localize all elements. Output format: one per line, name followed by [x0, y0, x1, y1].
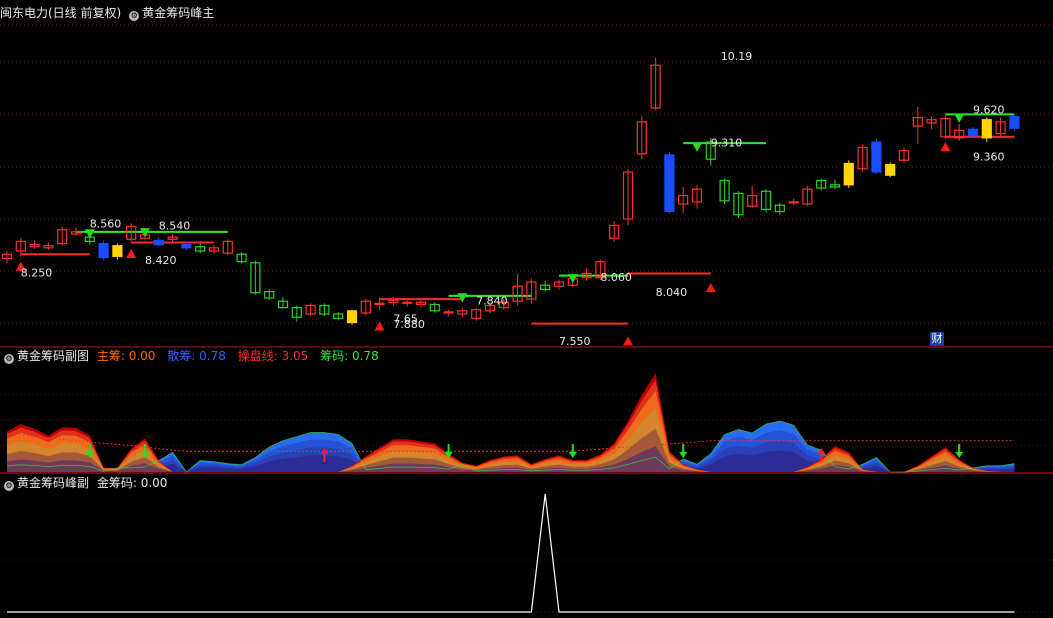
candlesticks — [1, 57, 1020, 325]
price-label: 9.310 — [711, 136, 743, 149]
legend-chips: 筹码: 0.78 — [320, 349, 379, 363]
candle-body — [346, 310, 358, 324]
settings-gear-icon[interactable]: ⚙ — [4, 354, 14, 364]
main-indicator-name[interactable]: 黄金筹码峰主 — [142, 6, 214, 20]
buy-triangle-icon — [126, 248, 137, 258]
price-label: 7.65 — [393, 313, 418, 326]
candle-body — [443, 311, 454, 314]
chart-canvas: 8.2508.5608.4208.5407.8807.657.8407.5508… — [0, 24, 1053, 613]
candle-body — [1009, 115, 1020, 129]
sub-panel-header: ⚙ 黄金筹码副图 主筹: 0.00 散筹: 0.78 操盘线: 3.05 筹码: … — [0, 347, 387, 365]
price-label: 8.420 — [145, 254, 177, 267]
price-label: 8.250 — [21, 267, 53, 280]
candle-body — [967, 128, 979, 137]
sell-triangle-icon — [954, 113, 965, 123]
price-label: 8.040 — [656, 286, 688, 299]
finance-badge[interactable]: 财 — [930, 332, 944, 346]
down-arrow-icon — [679, 452, 688, 458]
candle-body — [981, 119, 992, 139]
sub-chart-areas — [6, 373, 1015, 473]
settings-gear-icon[interactable]: ⚙ — [129, 11, 140, 21]
gold-chip-line — [7, 493, 1015, 613]
candle-body — [402, 301, 413, 304]
sell-triangle-icon — [457, 293, 468, 303]
settings-gear-icon[interactable]: ⚙ — [4, 481, 14, 491]
grid-lines — [0, 24, 1053, 613]
price-label: 8.060 — [600, 271, 632, 284]
price-label: 7.550 — [559, 335, 591, 348]
price-label: 7.840 — [476, 294, 508, 307]
price-label: 8.560 — [90, 218, 122, 231]
legend-gold-chips: 金筹码: 0.00 — [96, 476, 168, 490]
sell-triangle-icon — [692, 142, 702, 152]
candle-body — [98, 242, 109, 259]
candle-body — [788, 201, 799, 204]
candle-body — [885, 163, 896, 176]
candle-body — [181, 244, 192, 249]
price-label: 10.19 — [721, 50, 753, 63]
legend-operation-line: 操盘线: 3.05 — [237, 349, 309, 363]
price-label: 9.360 — [973, 150, 1005, 163]
stock-title[interactable]: 闽东电力(日线 前复权) — [0, 6, 121, 20]
sub-indicator-name[interactable]: 黄金筹码副图 — [17, 349, 89, 363]
legend-main-chips: 主筹: 0.00 — [96, 349, 156, 363]
main-chip-area — [7, 380, 1015, 472]
candle-body — [112, 245, 123, 257]
candle-body — [871, 141, 882, 173]
bottom-indicator-name[interactable]: 黄金筹码峰副 — [17, 476, 89, 490]
buy-triangle-icon — [705, 283, 716, 293]
candle-body — [153, 239, 164, 246]
candle-body — [843, 162, 854, 186]
price-label: 9.620 — [973, 103, 1005, 116]
price-labels: 8.2508.5608.4208.5407.8807.657.8407.5508… — [21, 50, 1005, 348]
operation-line — [6, 432, 1015, 452]
candle-body — [374, 302, 385, 306]
price-label: 8.540 — [159, 220, 191, 233]
panel-dividers — [0, 346, 1053, 474]
main-panel-header: 闽东电力(日线 前复权) ⚙ 黄金筹码峰主 — [0, 4, 218, 22]
gold-chip-peak-line — [7, 493, 1015, 613]
candle-body — [664, 154, 675, 213]
legend-scattered-chips: 散筹: 0.78 — [167, 349, 226, 363]
bottom-panel-header: ⚙ 黄金筹码峰副 金筹码: 0.00 — [0, 474, 175, 492]
buy-triangle-icon — [623, 336, 633, 346]
buy-triangle-icon — [940, 142, 951, 152]
down-arrow-icon — [568, 452, 577, 458]
